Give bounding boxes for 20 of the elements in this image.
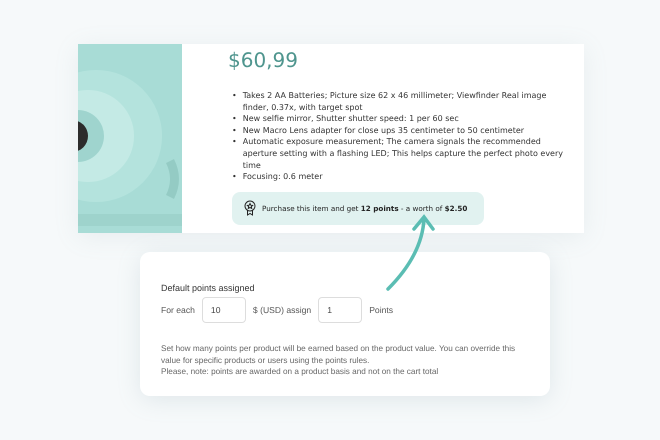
feature-item: Automatic exposure measurement; The camera signals the recommended aperture setting with a flashing LED; This helps capture the perfect photo every time <box>242 136 564 172</box>
amount-field[interactable]: 10 <box>202 297 246 323</box>
bullet: • <box>232 136 237 148</box>
field-label: $ (USD) assign <box>252 305 312 315</box>
field-label: Points <box>369 305 394 315</box>
feature-item: Takes 2 AA Batteries; Picture size 62 x 46 millimeter; Viewfinder Real image finder, 0.37x, with target spot <box>242 90 548 114</box>
bullet: • <box>232 90 237 102</box>
feature-item: New Macro Lens adapter for close ups 35 centimeter to 50 centimeter <box>242 124 524 136</box>
award-icon <box>244 200 256 216</box>
section-title: Default points assigned <box>161 283 255 293</box>
bullet: • <box>232 113 237 125</box>
field-label: For each <box>161 305 195 315</box>
feature-item: New selfie mirror, Shutter shutter speed: 1 per 60 sec <box>242 113 459 125</box>
bullet: • <box>232 124 237 136</box>
help-text: Set how many points per product will be earned based on the product value. You can override this value for specific products or users using the points rules. <box>161 343 516 366</box>
points-field[interactable]: 1 <box>318 297 362 323</box>
feature-item: Focusing: 0.6 meter <box>242 171 323 183</box>
price: $60,99 <box>228 48 298 72</box>
bullet: • <box>232 171 237 183</box>
help-text: Please, note: points are awarded on a product basis and not on the cart total <box>161 366 440 378</box>
